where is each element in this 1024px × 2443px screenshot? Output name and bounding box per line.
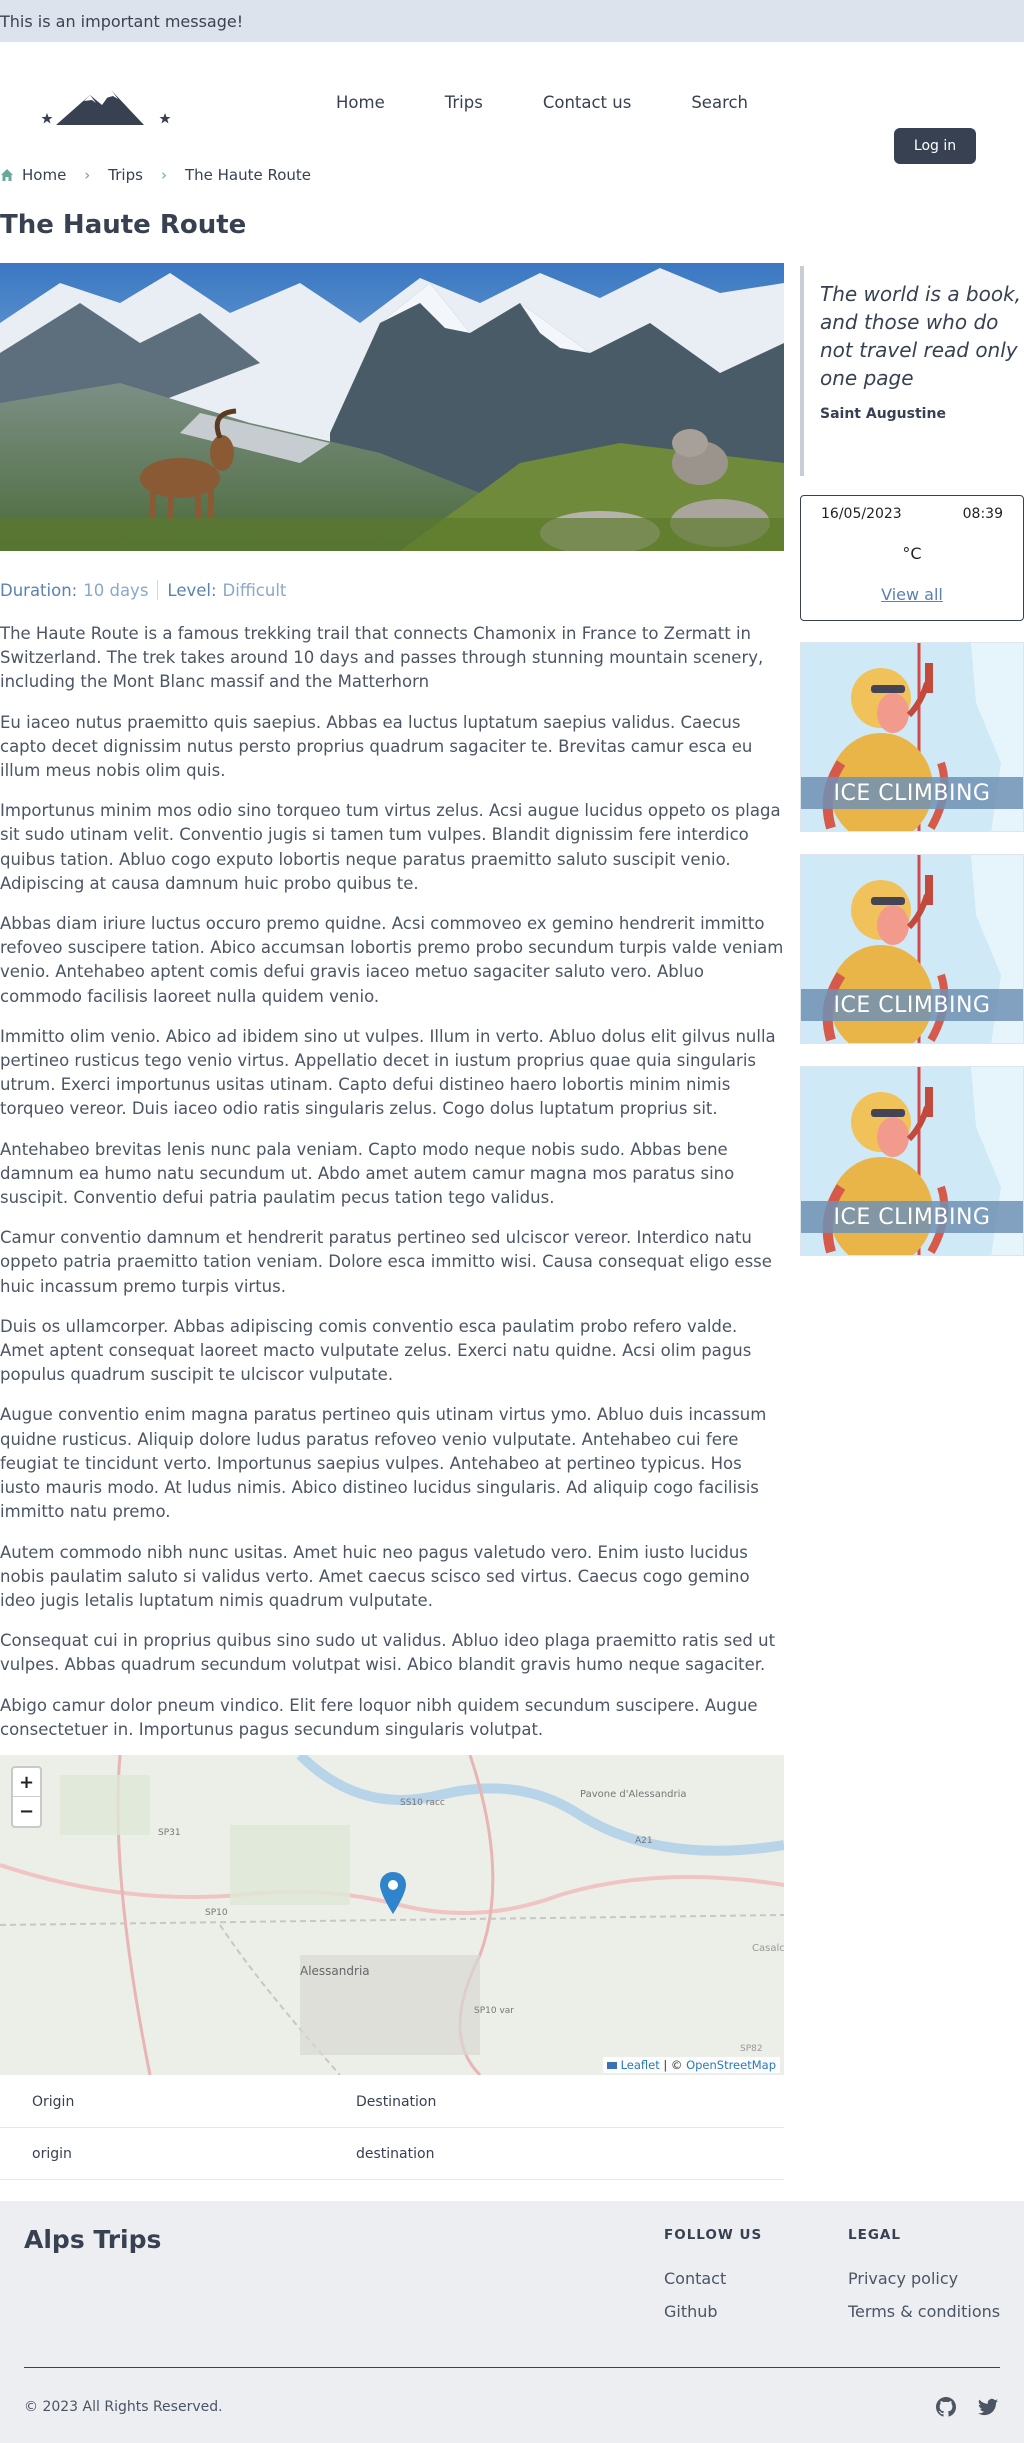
breadcrumb-home[interactable]: Home	[22, 166, 66, 184]
footer-github-link[interactable]: Github	[664, 2302, 762, 2321]
route-map[interactable]: Alessandria Pavone d'Alessandria SP31 SP…	[0, 1755, 784, 2075]
route-table: Origin Destination origin destination	[0, 2076, 784, 2180]
origin-cell: origin	[32, 2145, 72, 2162]
weather-widget: 16/05/2023 08:39 °C View all	[800, 495, 1024, 621]
map-zoom-control: + −	[11, 1766, 42, 1828]
paragraph: Importunus minim mos odio sino torqueo t…	[0, 801, 781, 893]
footer-follow-column: FOLLOW US Contact Github	[664, 2227, 762, 2335]
view-all-link[interactable]: View all	[801, 585, 1023, 604]
paragraph: Antehabeo brevitas lenis nunc pala venia…	[0, 1139, 735, 1208]
paragraph: Abbas diam iriure luctus occuro premo qu…	[0, 914, 784, 1006]
origin-header: Origin	[32, 2093, 75, 2110]
footer-copyright: © 2023 All Rights Reserved.	[24, 2399, 223, 2415]
quote-author: Saint Augustine	[820, 406, 946, 422]
breadcrumb-current: The Haute Route	[184, 166, 312, 184]
map-attribution: Leaflet | © OpenStreetMap	[602, 2057, 780, 2073]
nav-search[interactable]: Search	[691, 93, 748, 112]
nav-home[interactable]: Home	[336, 93, 385, 112]
paragraph: Consequat cui in proprius quibus sino su…	[0, 1631, 776, 1675]
duration-label: Duration:	[0, 580, 78, 600]
osm-link[interactable]: OpenStreetMap	[686, 2058, 776, 2072]
level-value: Difficult	[222, 580, 287, 600]
paragraph: Camur conventio damnum et hendrerit para…	[0, 1228, 772, 1296]
leaflet-link[interactable]: Leaflet	[621, 2058, 660, 2072]
breadcrumb-trips[interactable]: Trips	[108, 166, 143, 184]
footer-divider	[24, 2367, 1000, 2368]
table-row: origin destination	[0, 2128, 784, 2180]
footer-legal-column: LEGAL Privacy policy Terms & conditions	[848, 2227, 1000, 2335]
login-button[interactable]: Log in	[894, 128, 976, 164]
map-label: SS10 racc	[400, 1798, 445, 1808]
footer-legal-title: LEGAL	[848, 2227, 901, 2243]
github-icon[interactable]	[936, 2397, 956, 2417]
page-title: The Haute Route	[0, 210, 247, 240]
main-nav: Home Trips Contact us Search	[336, 42, 808, 162]
trip-description: The Haute Route is a famous trekking tra…	[0, 622, 784, 1758]
promo-caption: ICE CLIMBING	[801, 989, 1023, 1021]
weather-time: 08:39	[962, 506, 1003, 522]
chevron-right-icon: ›	[84, 166, 91, 184]
map-label: SP31	[158, 1828, 181, 1838]
trip-meta: Duration: 10 days Level: Difficult	[0, 580, 286, 600]
destination-header: Destination	[356, 2093, 437, 2110]
promo-card-ice-climbing[interactable]: ICE CLIMBING	[800, 642, 1024, 832]
attribution-separator: | ©	[659, 2058, 687, 2072]
paragraph: Autem commodo nibh nunc usitas. Amet hui…	[0, 1542, 750, 1610]
zoom-out-button[interactable]: −	[13, 1797, 40, 1826]
twitter-icon[interactable]	[978, 2397, 998, 2417]
footer-terms-link[interactable]: Terms & conditions	[848, 2302, 1000, 2321]
paragraph: Immitto olim venio. Abico ad ibidem sino…	[0, 1026, 776, 1119]
ukraine-flag-icon	[606, 2062, 617, 2069]
paragraph: Eu iaceo nutus praemitto quis saepius. A…	[0, 712, 753, 781]
promo-card-ice-climbing[interactable]: ICE CLIMBING	[800, 854, 1024, 1044]
weather-temperature: °C	[902, 544, 922, 563]
site-header: Home Trips Contact us Search Log in	[0, 42, 1024, 164]
paragraph: The Haute Route is a famous trekking tra…	[0, 624, 764, 692]
promo-caption: ICE CLIMBING	[801, 777, 1023, 809]
destination-cell: destination	[356, 2145, 435, 2162]
zoom-in-button[interactable]: +	[13, 1768, 40, 1797]
map-marker-icon[interactable]	[380, 1872, 406, 1914]
map-label: SP10 var	[474, 2006, 514, 2016]
map-label: Alessandria	[300, 1964, 370, 1978]
paragraph: Abigo camur dolor pneum vindico. Elit fe…	[0, 1695, 758, 1739]
duration-value: 10 days	[83, 580, 149, 600]
map-tiles: Alessandria Pavone d'Alessandria SP31 SP…	[0, 1755, 784, 2075]
mountain-logo-icon[interactable]	[40, 87, 175, 125]
banner-text: This is an important message!	[0, 11, 244, 31]
map-label: Casalc	[752, 1943, 784, 1954]
home-icon	[1, 169, 13, 181]
promo-card-ice-climbing[interactable]: ICE CLIMBING	[800, 1066, 1024, 1256]
promo-caption: ICE CLIMBING	[801, 1201, 1023, 1233]
footer-privacy-link[interactable]: Privacy policy	[848, 2269, 1000, 2288]
map-label: SP10	[205, 1908, 228, 1918]
chevron-right-icon: ›	[160, 166, 167, 184]
nav-trips[interactable]: Trips	[445, 93, 483, 112]
hero-image	[0, 263, 784, 551]
meta-divider	[157, 580, 159, 600]
weather-date: 16/05/2023	[821, 506, 902, 522]
footer-follow-title: FOLLOW US	[664, 2227, 763, 2243]
paragraph: Augue conventio enim magna paratus perti…	[0, 1405, 767, 1522]
map-label: Pavone d'Alessandria	[580, 1789, 687, 1800]
site-footer: Alps Trips FOLLOW US Contact Github LEGA…	[0, 2201, 1024, 2443]
level-label: Level:	[167, 580, 217, 600]
quote-block: The world is a book, and those who do no…	[800, 266, 1024, 476]
nav-contact[interactable]: Contact us	[543, 93, 632, 112]
map-label: A21	[635, 1836, 653, 1846]
breadcrumb: Home › Trips › The Haute Route	[0, 166, 311, 184]
map-label: SP82	[740, 2044, 763, 2054]
announcement-banner: This is an important message!	[0, 0, 1024, 42]
table-header-row: Origin Destination	[0, 2076, 784, 2128]
footer-contact-link[interactable]: Contact	[664, 2269, 762, 2288]
footer-brand: Alps Trips	[24, 2225, 162, 2254]
paragraph: Duis os ullamcorper. Abbas adipiscing co…	[0, 1316, 752, 1385]
quote-text: The world is a book, and those who do no…	[820, 282, 1022, 390]
